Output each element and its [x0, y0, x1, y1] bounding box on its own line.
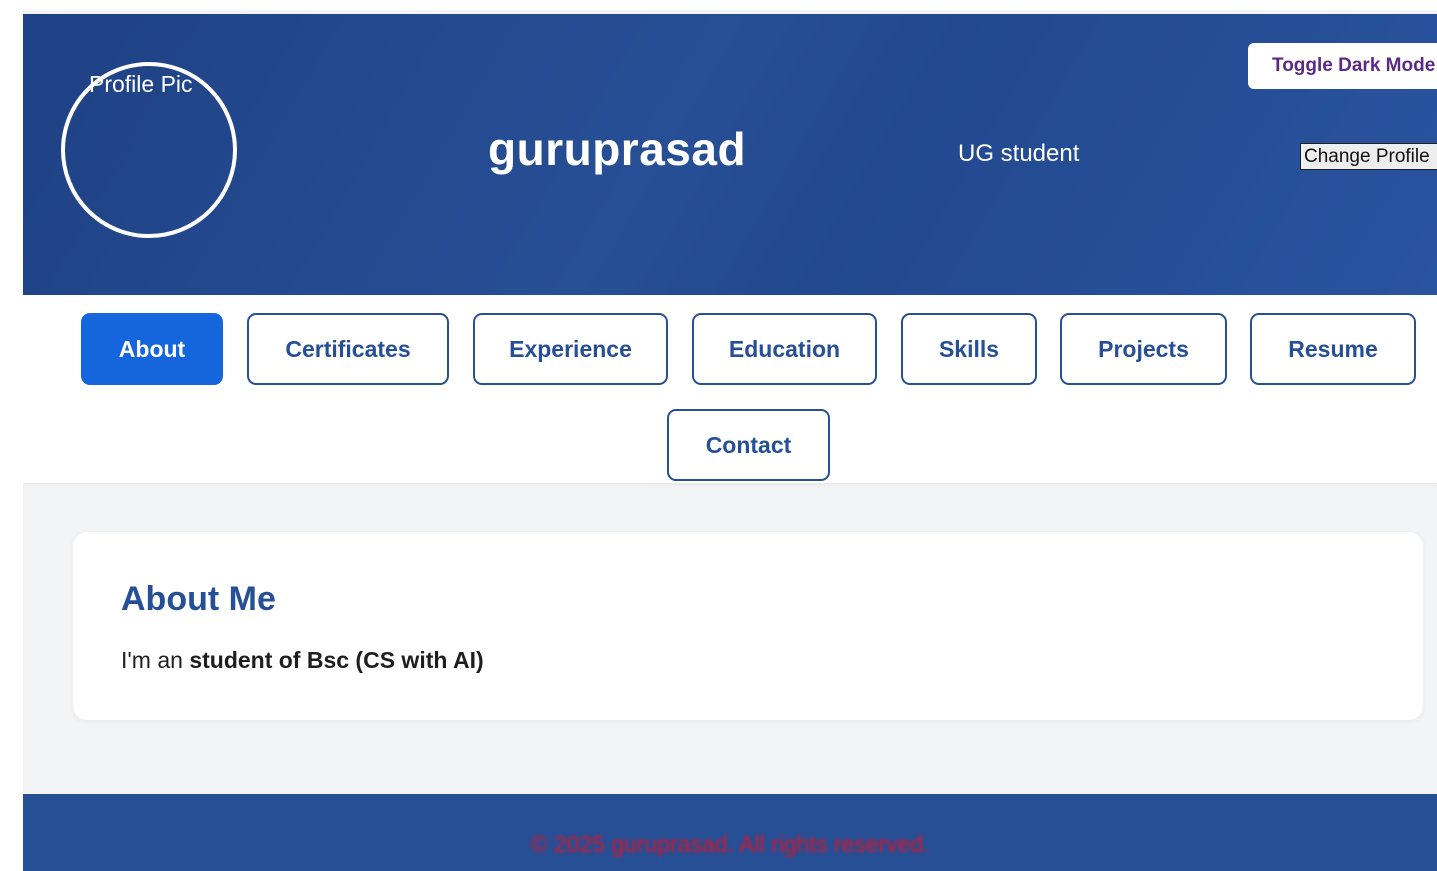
tab-about[interactable]: About — [81, 313, 223, 385]
tab-skills[interactable]: Skills — [901, 313, 1037, 385]
tab-experience[interactable]: Experience — [473, 313, 668, 385]
profile-header: Profile Pic guruprasad UG student Toggle… — [23, 14, 1437, 295]
toggle-dark-mode-button[interactable]: Toggle Dark Mode — [1248, 43, 1437, 89]
tab-resume[interactable]: Resume — [1250, 313, 1416, 385]
change-profile-button[interactable]: Change Profile — [1300, 143, 1437, 170]
profile-name: guruprasad — [488, 123, 747, 175]
section-nav: About Certificates Experience Education … — [23, 295, 1437, 483]
about-text-bold: student of Bsc (CS with AI) — [189, 647, 484, 673]
tab-contact[interactable]: Contact — [667, 409, 830, 481]
about-title: About Me — [121, 580, 276, 618]
about-card: About Me I'm an student of Bsc (CS with … — [73, 532, 1423, 720]
profile-picture-alt-text: Profile Pic — [89, 71, 193, 97]
footer-copyright: © 2025 guruprasad. All rights reserved. — [530, 831, 930, 857]
tab-education[interactable]: Education — [692, 313, 877, 385]
tab-projects[interactable]: Projects — [1060, 313, 1227, 385]
about-text: I'm an student of Bsc (CS with AI) — [121, 647, 484, 674]
tab-certificates[interactable]: Certificates — [247, 313, 449, 385]
about-text-prefix: I'm an — [121, 647, 190, 673]
profile-role: UG student — [958, 140, 1080, 167]
footer: © 2025 guruprasad. All rights reserved. — [23, 794, 1437, 871]
page: Profile Pic guruprasad UG student Toggle… — [23, 10, 1437, 871]
